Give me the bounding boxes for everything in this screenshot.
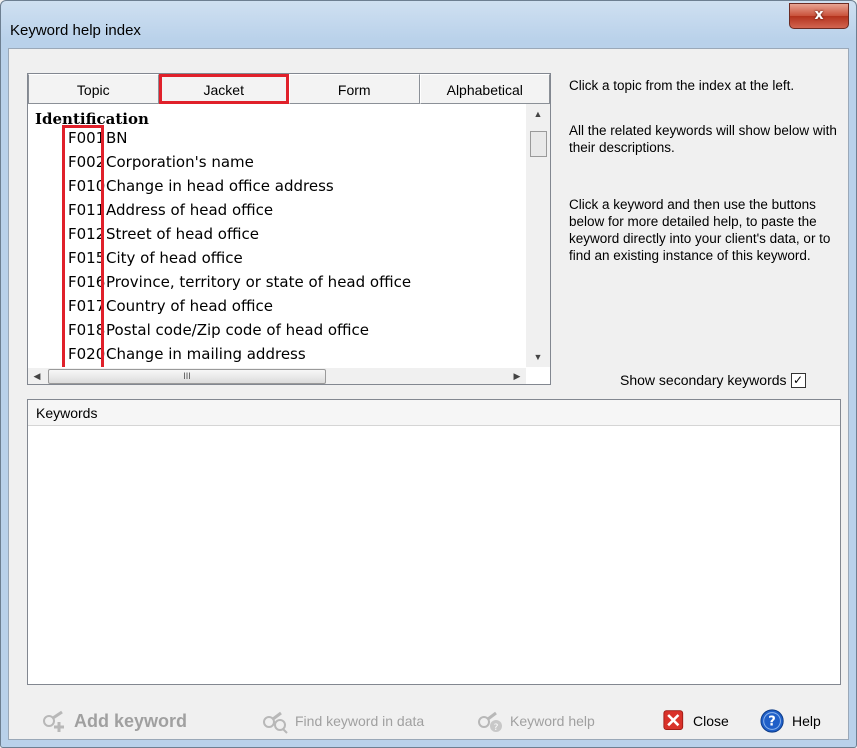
window-title: Keyword help index [10, 22, 141, 39]
tab-alphabetical[interactable]: Alphabetical [419, 74, 550, 104]
keyword-description: Change in head office address [106, 177, 334, 195]
svg-text:?: ? [768, 715, 776, 730]
secondary-keywords-checkbox[interactable]: ✓ [790, 372, 806, 388]
close-icon: x [814, 7, 824, 23]
keyword-help-icon: ? [478, 711, 502, 733]
keyword-code: F017 [68, 297, 106, 315]
help-instruction-3: Click a keyword and then use the buttons… [569, 197, 831, 263]
list-item[interactable]: F018Postal code/Zip code of head office [68, 318, 369, 342]
close-label: Close [693, 713, 729, 729]
tab-jacket[interactable]: Jacket [158, 74, 289, 104]
list-item[interactable]: F015City of head office [68, 246, 243, 270]
title-bar: Keyword help index x [1, 1, 856, 39]
secondary-keywords-label: Show secondary keywords [620, 372, 787, 388]
keyword-description: Postal code/Zip code of head office [106, 321, 370, 339]
close-x-icon [663, 710, 684, 731]
scroll-up-icon[interactable]: ▲ [526, 106, 550, 122]
keyword-code: F011 [68, 201, 106, 219]
scroll-left-icon[interactable]: ◀ [28, 368, 46, 384]
index-horizontal-scrollbar[interactable]: ◀ III ▶ [28, 368, 526, 384]
list-item[interactable]: F020Change in mailing address [68, 342, 306, 366]
grip-icon: III [183, 371, 191, 381]
list-item[interactable]: F002Corporation's name [68, 150, 254, 174]
help-button[interactable]: ? Help [760, 706, 821, 736]
vertical-scroll-thumb[interactable] [530, 131, 547, 157]
scroll-down-icon[interactable]: ▼ [526, 349, 550, 365]
tab-topic[interactable]: Topic [28, 74, 159, 104]
keyword-code: F016 [68, 273, 106, 291]
keyword-description: Change in mailing address [106, 345, 306, 363]
keyword-code: F015 [68, 249, 106, 267]
keyword-description: Address of head office [106, 201, 274, 219]
keyword-description: City of head office [106, 249, 243, 267]
add-keyword-icon [43, 710, 64, 732]
keyword-code: F002 [68, 153, 106, 171]
window-close-button[interactable]: x [789, 3, 849, 29]
keyword-description: Corporation's name [106, 153, 254, 171]
list-item[interactable]: F010Change in head office address [68, 174, 334, 198]
list-item[interactable]: F017Country of head office [68, 294, 273, 318]
keyword-description: BN [106, 129, 128, 147]
keyword-description: Province, territory or state of head off… [106, 273, 412, 291]
list-item[interactable]: F001BN [68, 126, 128, 150]
help-instruction-1: Click a topic from the index at the left… [569, 78, 795, 93]
keyword-description: Country of head office [106, 297, 273, 315]
keyword-code: F010 [68, 177, 106, 195]
tab-form[interactable]: Form [289, 74, 420, 104]
keywords-list[interactable]: Keywords [27, 399, 841, 685]
index-panel: Topic Jacket Form Alphabetical Identific… [27, 73, 551, 385]
index-tabs: Topic Jacket Form Alphabetical [28, 74, 550, 104]
svg-text:?: ? [494, 723, 499, 733]
keyword-description: Street of head office [106, 225, 259, 243]
keyword-code: F012 [68, 225, 106, 243]
list-item[interactable]: F016Province, territory or state of head… [68, 270, 411, 294]
help-label: Help [792, 713, 821, 729]
keyword-code: F018 [68, 321, 106, 339]
add-keyword-label: Add keyword [74, 710, 188, 731]
help-instruction-2: All the related keywords will show below… [569, 123, 837, 155]
keyword-help-button[interactable]: ? Keyword help [476, 706, 595, 736]
close-button[interactable]: Close [663, 706, 729, 736]
list-item[interactable]: F011Address of head office [68, 198, 273, 222]
button-bar: Add keyword Find keyword in data ? Keywo… [8, 690, 847, 740]
keyword-help-label: Keyword help [510, 713, 595, 729]
keywords-column-header[interactable]: Keywords [28, 400, 840, 426]
index-list[interactable]: Identification F001BN F002Corporation's … [28, 104, 518, 367]
find-keyword-icon [263, 711, 288, 734]
list-item[interactable]: F012Street of head office [68, 222, 259, 246]
add-keyword-button[interactable]: Add keyword [40, 706, 187, 736]
help-icon: ? [760, 709, 784, 733]
index-vertical-scrollbar[interactable]: ▲ ▼ [526, 104, 550, 367]
keyword-code: F001 [68, 129, 106, 147]
find-keyword-button[interactable]: Find keyword in data [261, 706, 424, 736]
scroll-right-icon[interactable]: ▶ [508, 368, 526, 384]
keyword-code: F020 [68, 345, 106, 363]
horizontal-scroll-thumb[interactable]: III [48, 369, 326, 384]
find-keyword-label: Find keyword in data [295, 713, 425, 729]
secondary-keywords-toggle[interactable]: Show secondary keywords ✓ [620, 371, 806, 389]
